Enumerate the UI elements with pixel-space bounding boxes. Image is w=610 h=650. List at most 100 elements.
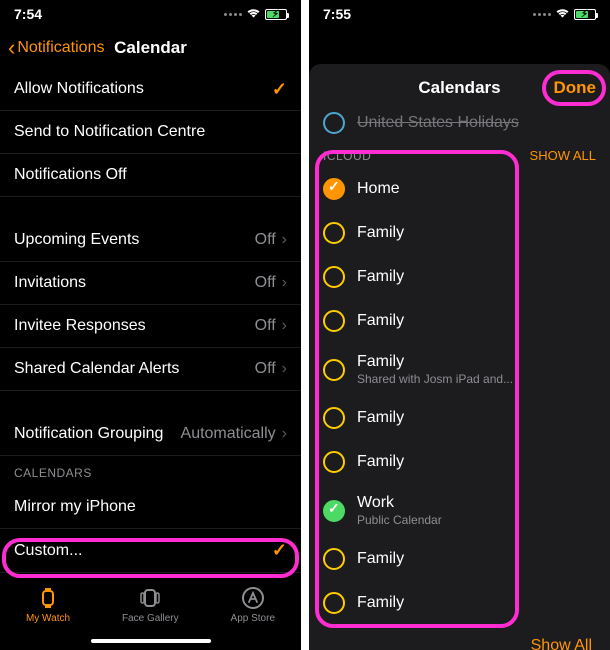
- home-indicator: [0, 632, 301, 650]
- tab-label: My Watch: [26, 613, 70, 624]
- status-bar: 7:55 ⚡︎: [309, 0, 610, 28]
- section-header-label: ICLOUD: [323, 149, 371, 163]
- wifi-icon: [555, 7, 570, 21]
- sheet-title: Calendars: [418, 78, 500, 98]
- right-phone: 7:55 ⚡︎ Calendars Done United States Hol…: [309, 0, 610, 650]
- face-gallery-icon: [137, 585, 163, 611]
- calendar-label: United States Holidays: [357, 114, 519, 132]
- check-icon: ✓: [272, 79, 287, 100]
- chevron-right-icon: ›: [282, 425, 287, 443]
- watch-icon: [35, 585, 61, 611]
- tab-label: Face Gallery: [122, 613, 179, 624]
- alert-setting-row[interactable]: Upcoming EventsOff›: [0, 219, 301, 262]
- tab-face-gallery[interactable]: Face Gallery: [122, 585, 179, 624]
- show-all-button[interactable]: SHOW ALL: [530, 148, 596, 163]
- tab-label: App Store: [231, 613, 275, 624]
- calendar-label: Family: [357, 224, 404, 242]
- row-label: Invitee Responses: [14, 317, 146, 335]
- ring-icon: [323, 310, 345, 332]
- calendar-row[interactable]: Family: [309, 255, 610, 299]
- status-right: ⚡︎: [533, 7, 596, 21]
- calendar-label: Family: [357, 409, 404, 427]
- calendar-label: Home: [357, 180, 400, 198]
- ring-icon: [323, 548, 345, 570]
- notification-mode-row[interactable]: Allow Notifications ✓: [0, 68, 301, 111]
- row-label: Invitations: [14, 274, 86, 292]
- ring-icon: [323, 112, 345, 134]
- row-label: Notifications Off: [14, 166, 127, 184]
- calendar-label: Family: [357, 550, 404, 568]
- battery-icon: ⚡︎: [265, 9, 287, 20]
- chevron-left-icon: ‹: [8, 35, 15, 61]
- sheet-nav: Calendars Done: [309, 64, 610, 112]
- ring-icon: [323, 451, 345, 473]
- ring-icon: [323, 178, 345, 200]
- alert-setting-row[interactable]: Shared Calendar AlertsOff›: [0, 348, 301, 391]
- calendar-row[interactable]: Family: [309, 581, 610, 625]
- calendar-row[interactable]: FamilyShared with Josm iPad and...: [309, 343, 610, 396]
- navbar: ‹ Notifications Calendar: [0, 28, 301, 68]
- row-label: Notification Grouping: [14, 425, 163, 443]
- row-label: Mirror my iPhone: [14, 498, 136, 516]
- row-label: Allow Notifications: [14, 80, 144, 98]
- calendar-row-peek[interactable]: United States Holidays: [309, 112, 610, 138]
- calendar-row[interactable]: Family: [309, 299, 610, 343]
- calendar-label: Family: [357, 312, 404, 330]
- chevron-right-icon: ›: [282, 274, 287, 292]
- calendar-sublabel: Public Calendar: [357, 513, 442, 527]
- ring-icon: [323, 592, 345, 614]
- left-phone: 7:54 ⚡︎ ‹ Notifications Calendar Allow N…: [0, 0, 301, 650]
- row-label: Send to Notification Centre: [14, 123, 205, 141]
- alert-setting-row[interactable]: Invitations Off ›: [0, 262, 301, 305]
- calendar-label: Family: [357, 268, 404, 286]
- ring-icon: [323, 500, 345, 522]
- back-label: Notifications: [17, 39, 104, 57]
- notification-mode-row[interactable]: Notifications Off: [0, 154, 301, 197]
- chevron-right-icon: ›: [282, 317, 287, 335]
- row-value: Off: [255, 231, 276, 249]
- cellular-icon: [533, 13, 551, 16]
- calendar-row[interactable]: Family: [309, 211, 610, 255]
- notification-grouping-row[interactable]: Notification Grouping Automatically ›: [0, 413, 301, 456]
- tab-app-store[interactable]: App Store: [231, 585, 275, 624]
- back-button[interactable]: ‹ Notifications: [8, 35, 104, 61]
- settings-list: Allow Notifications ✓ Send to Notification…: [0, 68, 301, 572]
- row-value: Off: [255, 317, 276, 335]
- sheet-list[interactable]: United States Holidays ICLOUD SHOW ALL H…: [309, 112, 610, 650]
- battery-icon: ⚡︎: [574, 9, 596, 20]
- status-time: 7:54: [14, 6, 42, 22]
- ring-icon: [323, 407, 345, 429]
- notification-mode-row[interactable]: Send to Notification Centre: [0, 111, 301, 154]
- calendar-row[interactable]: Home: [309, 167, 610, 211]
- custom-row[interactable]: Custom... ✓: [0, 529, 301, 572]
- cellular-icon: [224, 13, 242, 16]
- status-right: ⚡︎: [224, 7, 287, 21]
- ring-icon: [323, 359, 345, 381]
- tab-bar: My Watch Face Gallery App Store: [0, 572, 301, 632]
- tab-my-watch[interactable]: My Watch: [26, 585, 70, 624]
- app-store-icon: [240, 585, 266, 611]
- calendar-label: Family: [357, 594, 404, 612]
- section-icloud: ICLOUD SHOW ALL: [309, 138, 610, 167]
- row-label: Custom...: [14, 542, 82, 560]
- calendar-row[interactable]: Family: [309, 440, 610, 484]
- done-button[interactable]: Done: [554, 78, 597, 98]
- calendar-row[interactable]: Family: [309, 396, 610, 440]
- status-bar: 7:54 ⚡︎: [0, 0, 301, 28]
- calendar-row[interactable]: Family: [309, 537, 610, 581]
- status-time: 7:55: [323, 6, 351, 22]
- check-icon: ✓: [272, 540, 287, 561]
- row-value: Off: [255, 274, 276, 292]
- mirror-iphone-row[interactable]: Mirror my iPhone: [0, 486, 301, 529]
- ring-icon: [323, 266, 345, 288]
- calendar-sublabel: Shared with Josm iPad and...: [357, 372, 513, 386]
- calendar-label: Work: [357, 494, 442, 512]
- ring-icon: [323, 222, 345, 244]
- row-label: Shared Calendar Alerts: [14, 360, 179, 378]
- calendar-row[interactable]: WorkPublic Calendar: [309, 484, 610, 537]
- alert-setting-row[interactable]: Invitee Responses Off ›: [0, 305, 301, 348]
- row-value: Automatically: [181, 425, 276, 443]
- row-label: Upcoming Events: [14, 231, 139, 249]
- row-value: Off: [255, 360, 276, 378]
- show-all-bottom[interactable]: Show All: [309, 625, 610, 650]
